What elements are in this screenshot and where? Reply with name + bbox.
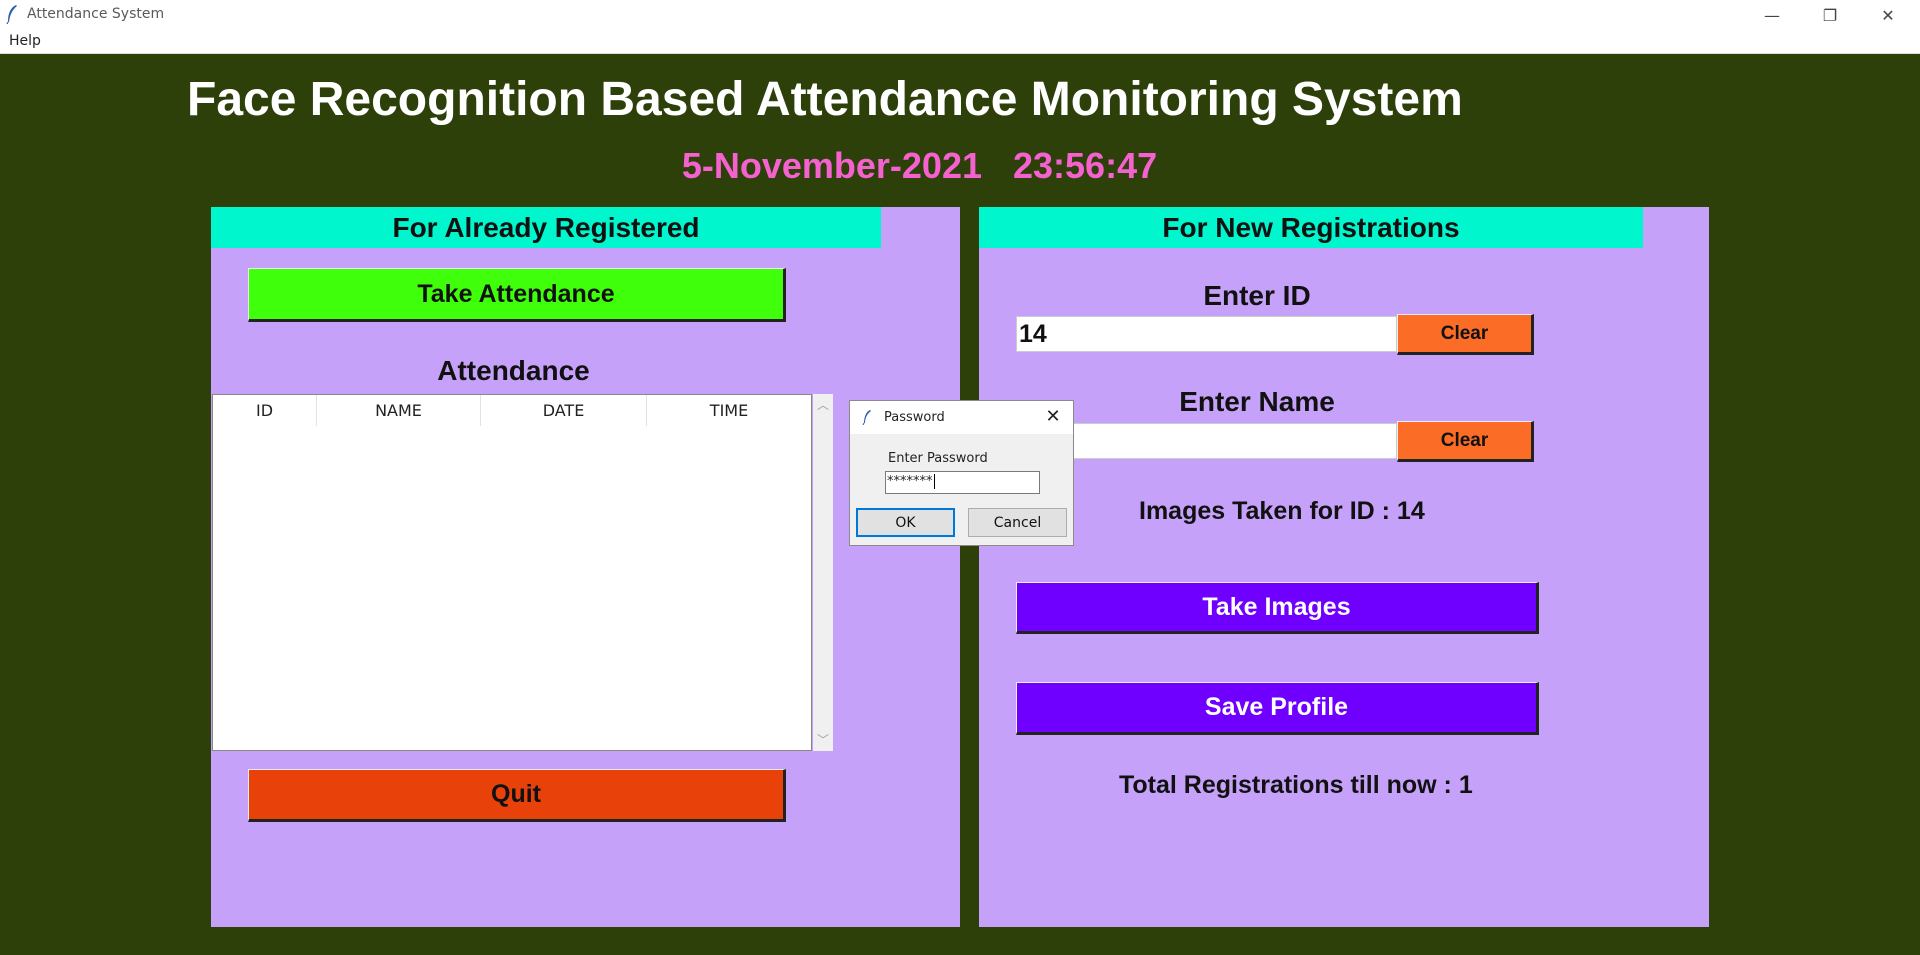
clear-name-button[interactable]: Clear	[1397, 421, 1534, 462]
clock: 5-November-2021 23:56:47	[0, 145, 1920, 186]
minimize-button[interactable]: —	[1743, 0, 1801, 30]
quit-button[interactable]: Quit	[248, 769, 786, 822]
restore-button[interactable]: ❐	[1801, 0, 1859, 30]
close-icon: ✕	[1881, 5, 1895, 25]
menu-bar: Help	[0, 30, 1920, 54]
images-taken-status: Images Taken for ID : 14	[1139, 497, 1425, 525]
column-header-time[interactable]: TIME	[647, 395, 811, 426]
password-prompt: Enter Password	[888, 451, 988, 466]
column-header-date[interactable]: DATE	[481, 395, 647, 426]
attendance-label: Attendance	[437, 355, 590, 386]
table-scrollbar[interactable]: ︿ ﹀	[813, 394, 833, 751]
save-profile-button[interactable]: Save Profile	[1016, 682, 1539, 735]
menu-help[interactable]: Help	[9, 33, 41, 49]
dialog-title: Password	[884, 410, 945, 425]
dialog-close-icon[interactable]: ✕	[1040, 405, 1066, 429]
total-registrations-status: Total Registrations till now : 1	[1119, 771, 1473, 799]
enter-id-label: Enter ID	[1203, 280, 1311, 311]
table-header: ID NAME DATE TIME	[213, 395, 811, 426]
time-text: 23:56:47	[1013, 145, 1158, 186]
window-title: Attendance System	[27, 6, 165, 22]
close-button[interactable]: ✕	[1859, 0, 1917, 30]
registered-heading: For Already Registered	[211, 207, 881, 248]
window-titlebar: Attendance System — ❐ ✕	[0, 0, 1920, 30]
column-header-name[interactable]: NAME	[317, 395, 481, 426]
text-caret	[933, 474, 935, 489]
clear-id-button[interactable]: Clear	[1397, 314, 1534, 355]
column-header-id[interactable]: ID	[213, 395, 317, 426]
new-registration-heading: For New Registrations	[979, 207, 1643, 248]
feather-icon	[6, 5, 17, 24]
password-dialog: Password ✕ Enter Password ******* OK Can…	[849, 400, 1074, 546]
feather-icon	[862, 410, 871, 425]
dialog-titlebar: Password ✕	[850, 401, 1073, 434]
take-attendance-button[interactable]: Take Attendance	[248, 268, 786, 322]
password-input[interactable]: *******	[885, 471, 1040, 494]
take-images-button[interactable]: Take Images	[1016, 582, 1539, 634]
restore-icon: ❐	[1822, 5, 1838, 25]
date-text: 5-November-2021	[681, 145, 982, 186]
ok-button[interactable]: OK	[856, 508, 955, 537]
password-mask: *******	[887, 474, 933, 489]
attendance-table[interactable]: ID NAME DATE TIME	[212, 394, 812, 751]
minimize-icon: —	[1764, 5, 1780, 25]
scroll-down-icon[interactable]: ﹀	[813, 731, 833, 749]
scroll-up-icon[interactable]: ︿	[813, 396, 833, 414]
page-title: Face Recognition Based Attendance Monito…	[187, 73, 1463, 126]
id-input[interactable]: 14	[1016, 316, 1397, 352]
new-registration-panel	[979, 207, 1709, 927]
cancel-button[interactable]: Cancel	[968, 508, 1067, 537]
